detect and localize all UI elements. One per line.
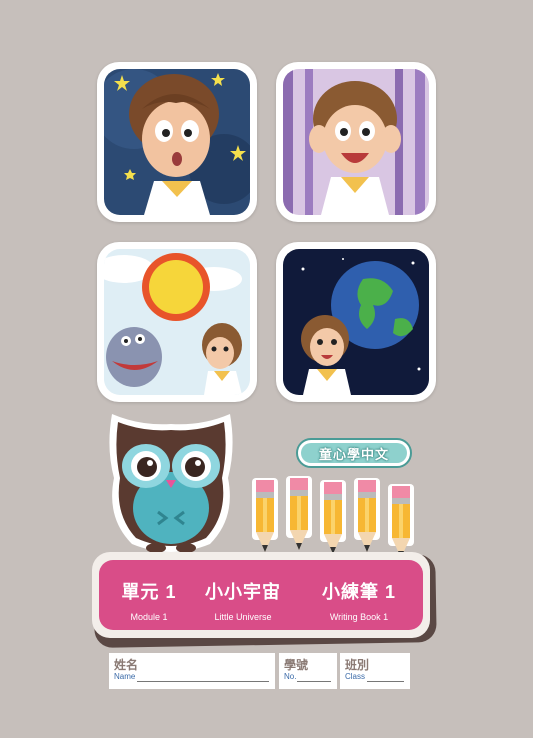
- illustration-earth-girl: [276, 242, 436, 402]
- pencil-icon: [252, 478, 278, 552]
- number-line: [297, 681, 331, 682]
- module-title-zh: 單元 1: [121, 582, 177, 602]
- unit-block: 小小宇宙 Little Universe: [193, 578, 293, 622]
- class-field[interactable]: 班別 Class: [340, 653, 410, 689]
- owl-mascot: [100, 408, 242, 558]
- class-line: [367, 681, 404, 682]
- unit-title-zh: 小小宇宙: [205, 582, 281, 602]
- name-field[interactable]: 姓名 Name: [109, 653, 275, 689]
- class-label-en: Class: [345, 672, 366, 681]
- brand-title: 童心學中文: [301, 443, 407, 463]
- number-label-zh: 學號: [284, 658, 309, 672]
- book-title-zh: 小練筆 1: [321, 582, 396, 602]
- name-label-zh: 姓名: [114, 658, 139, 672]
- title-banner: 單元 1 Module 1 小小宇宙 Little Universe 小練筆 1…: [99, 560, 423, 630]
- module-title-en: Module 1: [130, 612, 168, 622]
- book-title-en: Writing Book 1: [329, 612, 389, 622]
- book-block: 小練筆 1 Writing Book 1: [307, 578, 411, 622]
- module-block: 單元 1 Module 1: [105, 578, 193, 622]
- illustration-sun-alien: [97, 242, 257, 402]
- number-label-en: No.: [284, 672, 297, 681]
- brand-badge: 童心學中文: [296, 438, 412, 468]
- name-label-en: Name: [114, 672, 136, 681]
- pencils-decoration: [250, 474, 420, 560]
- illustration-girl-surprised: [97, 62, 257, 222]
- name-line: [137, 681, 269, 682]
- class-label-zh: 班別: [345, 658, 370, 672]
- illustration-girl-excited: [276, 62, 436, 222]
- student-number-field[interactable]: 學號 No.: [279, 653, 337, 689]
- unit-title-en: Little Universe: [214, 612, 272, 622]
